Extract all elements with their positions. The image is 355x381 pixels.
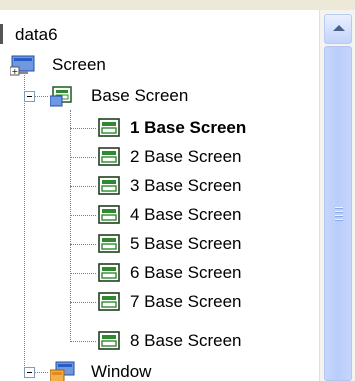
tree-item-base-screen-4[interactable]: 4 Base Screen xyxy=(0,201,245,229)
vertical-scrollbar[interactable] xyxy=(319,10,355,381)
base-screen-page-icon xyxy=(98,205,120,224)
tree-item-label: 5 Base Screen xyxy=(130,234,242,253)
tree-item-base-screen-8[interactable]: 8 Base Screen xyxy=(0,327,245,355)
panel-top-edge xyxy=(0,0,355,10)
scroll-grip-line xyxy=(335,219,343,221)
tree-item-label: 6 Base Screen xyxy=(130,263,242,282)
tree-item-label: 2 Base Screen xyxy=(130,147,242,166)
tree-item-label: Screen xyxy=(52,55,106,74)
base-screen-page-icon xyxy=(98,263,120,282)
tree-item-base-screen-3[interactable]: 3 Base Screen xyxy=(0,172,245,200)
tree-item-base-screen-6[interactable]: 6 Base Screen xyxy=(0,259,245,287)
tree-item-label: 7 Base Screen xyxy=(130,292,242,311)
scroll-grip-line xyxy=(335,207,343,209)
tree-item-label: Window xyxy=(91,362,152,381)
tree-item-label: 4 Base Screen xyxy=(130,205,242,224)
base-screen-page-icon xyxy=(98,147,120,166)
screen-icon: + xyxy=(10,55,35,76)
tree-item-base-screen-2[interactable]: 2 Base Screen xyxy=(0,143,245,171)
window-icon xyxy=(50,361,75,381)
scroll-up-button[interactable] xyxy=(324,14,352,44)
base-screen-page-icon xyxy=(98,331,120,350)
tree-item-window[interactable]: Window xyxy=(0,358,154,381)
scroll-grip-line xyxy=(335,215,343,217)
scroll-grip-line xyxy=(335,211,343,213)
tree-item-base-screen[interactable]: Base Screen xyxy=(0,82,191,110)
tree-item-label: Base Screen xyxy=(91,86,189,105)
tree-item-label: 8 Base Screen xyxy=(130,331,242,350)
tree-item-base-screen-7[interactable]: 7 Base Screen xyxy=(0,288,245,316)
tree-item-label: data6 xyxy=(15,25,58,44)
tree-item-data6[interactable]: data6 xyxy=(0,21,61,49)
base-screen-page-icon xyxy=(98,176,120,195)
scroll-thumb[interactable] xyxy=(324,46,352,381)
base-screen-page-icon xyxy=(98,234,120,253)
svg-text:+: + xyxy=(12,67,19,76)
base-screen-page-icon xyxy=(98,118,120,137)
project-tree: data6 + Screen Base Screen 1 Base Screen xyxy=(0,0,319,381)
tree-item-label: 1 Base Screen xyxy=(130,118,247,137)
base-screen-page-icon xyxy=(98,292,120,311)
tree-item-label: 3 Base Screen xyxy=(130,176,242,195)
tree-item-base-screen-1[interactable]: 1 Base Screen xyxy=(0,114,249,142)
tree-item-screen[interactable]: + Screen xyxy=(0,51,109,79)
tree-item-base-screen-5[interactable]: 5 Base Screen xyxy=(0,230,245,258)
base-screen-icon xyxy=(50,86,72,107)
folder-icon xyxy=(0,24,8,44)
